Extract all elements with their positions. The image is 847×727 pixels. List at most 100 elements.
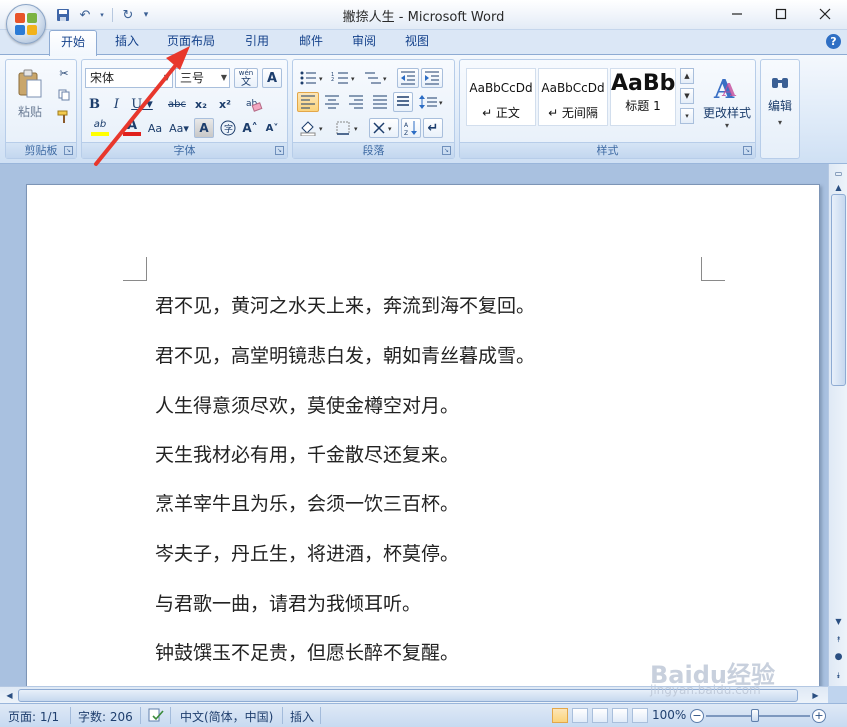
document-line[interactable]: 人生得意须尽欢，莫使金樽空对月。 — [155, 391, 459, 418]
show-hide-marks-icon[interactable]: ↵ — [423, 118, 443, 138]
maximize-button[interactable] — [759, 0, 803, 28]
tab-insert[interactable]: 插入 — [104, 30, 150, 54]
chinese-layout-icon[interactable]: ▾ — [369, 118, 399, 138]
proofing-icon[interactable] — [148, 708, 164, 725]
web-layout-view-icon[interactable] — [592, 708, 608, 723]
tab-references[interactable]: 引用 — [236, 30, 278, 54]
paragraph-launcher-icon[interactable]: ↘ — [442, 146, 451, 155]
minimize-button[interactable] — [715, 0, 759, 28]
document-line[interactable]: 君不见，黄河之水天上来，奔流到海不复回。 — [155, 291, 535, 318]
styles-scroll-up-icon[interactable]: ▲ — [680, 68, 694, 84]
align-left-button[interactable] — [297, 92, 319, 112]
grow-font-button[interactable]: Aa — [146, 118, 164, 138]
decrease-indent-icon[interactable] — [397, 68, 419, 88]
help-icon[interactable]: ? — [826, 34, 841, 49]
distributed-icon[interactable] — [393, 92, 413, 112]
change-case-button[interactable]: Aa▾ — [168, 118, 190, 138]
underline-button[interactable]: U ▾ — [129, 94, 155, 114]
vertical-scroll-thumb[interactable] — [831, 194, 846, 386]
copy-icon[interactable] — [54, 86, 74, 104]
document-line[interactable]: 烹羊宰牛且为乐，会须一饮三百杯。 — [155, 489, 459, 516]
close-button[interactable] — [803, 0, 847, 28]
bullets-icon[interactable]: ▾ — [297, 68, 327, 88]
document-area[interactable]: 君不见，黄河之水天上来，奔流到海不复回。 君不见，高堂明镜悲白发，朝如青丝暮成雪… — [0, 164, 828, 686]
line-spacing-icon[interactable]: ▾ — [417, 92, 447, 112]
previous-page-icon[interactable]: ⯭ — [831, 632, 846, 647]
phonetic-guide-button[interactable]: wén 文 — [234, 68, 258, 88]
document-line[interactable]: 岑夫子，丹丘生，将进酒，杯莫停。 — [155, 539, 459, 566]
tab-home[interactable]: 开始 — [49, 30, 97, 56]
office-button[interactable] — [6, 4, 46, 44]
scroll-left-icon[interactable]: ◀ — [2, 688, 17, 703]
tab-view[interactable]: 视图 — [396, 30, 438, 54]
document-line[interactable]: 天生我材必有用，千金散尽还复来。 — [155, 440, 459, 467]
bold-button[interactable]: B — [85, 94, 104, 114]
zoom-in-icon[interactable]: + — [812, 709, 826, 723]
highlight-color-button[interactable]: ab — [85, 118, 115, 138]
borders-icon[interactable]: ▾ — [333, 118, 365, 138]
styles-more-icon[interactable]: ▾ — [680, 108, 694, 124]
justify-button[interactable] — [369, 92, 391, 112]
tab-mailings[interactable]: 邮件 — [290, 30, 332, 54]
strikethrough-button[interactable]: abc — [166, 94, 188, 114]
scroll-down-icon[interactable]: ▼ — [831, 614, 846, 629]
font-color-button[interactable]: A — [118, 118, 146, 138]
grow-font-size-button[interactable]: A˄ — [240, 118, 260, 138]
paste-button[interactable]: 粘贴 — [10, 64, 50, 124]
zoom-out-icon[interactable]: − — [690, 709, 704, 723]
document-line[interactable]: 钟鼓馔玉不足贵，但愿长醉不复醒。 — [155, 638, 459, 665]
style-no-spacing[interactable]: AaBbCcDd ↵ 无间隔 — [538, 68, 608, 126]
subscript-button[interactable]: x₂ — [190, 94, 212, 114]
ribbon-tabs: 开始 插入 页面布局 引用 邮件 审阅 视图 — [0, 30, 847, 56]
document-line[interactable]: 君不见，高堂明镜悲白发，朝如青丝暮成雪。 — [155, 341, 535, 368]
styles-scroll-down-icon[interactable]: ▼ — [680, 88, 694, 104]
tab-page-layout[interactable]: 页面布局 — [160, 30, 222, 54]
zoom-slider-knob[interactable] — [751, 709, 759, 722]
print-layout-view-icon[interactable] — [552, 708, 568, 723]
zoom-level[interactable]: 100% — [652, 708, 686, 722]
insert-mode-indicator[interactable]: 插入 — [290, 708, 314, 725]
font-size-combo[interactable]: 三号 ▼ — [175, 68, 230, 88]
multilevel-list-icon[interactable]: ▾ — [361, 68, 391, 88]
editing-button[interactable]: 编辑 ▾ — [763, 64, 797, 138]
sort-icon[interactable]: AZ — [401, 118, 421, 138]
ruler-toggle-icon[interactable]: ▭ — [831, 166, 846, 181]
scroll-up-icon[interactable]: ▲ — [831, 180, 846, 195]
style-normal[interactable]: AaBbCcDd ↵ 正文 — [466, 68, 536, 126]
clipboard-group: 粘贴 ✂ 剪贴板 ↘ — [5, 59, 77, 159]
superscript-button[interactable]: x² — [214, 94, 236, 114]
enclose-characters-icon[interactable]: 字 — [218, 118, 238, 138]
align-center-button[interactable] — [321, 92, 343, 112]
font-launcher-icon[interactable]: ↘ — [275, 146, 284, 155]
full-screen-reading-view-icon[interactable] — [572, 708, 588, 723]
style-heading-1[interactable]: AaBb 标题 1 — [610, 68, 676, 126]
next-page-icon[interactable]: ⯯ — [831, 668, 846, 683]
font-name-combo[interactable]: 宋体 ▼ — [85, 68, 173, 88]
vertical-scrollbar[interactable]: ▭ ▲ ▼ ⯭ ● ⯯ — [828, 164, 847, 686]
clear-formatting-icon[interactable]: ab — [242, 94, 266, 114]
shading-icon[interactable]: ▾ — [297, 118, 329, 138]
chevron-down-icon: ▼ — [220, 73, 227, 82]
outline-view-icon[interactable] — [612, 708, 628, 723]
shrink-font-size-button[interactable]: A˅ — [262, 118, 282, 138]
draft-view-icon[interactable] — [632, 708, 648, 723]
document-line[interactable]: 与君歌一曲，请君为我倾耳听。 — [155, 589, 421, 616]
document-page[interactable]: 君不见，黄河之水天上来，奔流到海不复回。 君不见，高堂明镜悲白发，朝如青丝暮成雪… — [26, 184, 820, 686]
select-browse-object-icon[interactable]: ● — [831, 650, 846, 665]
format-painter-icon[interactable] — [54, 108, 74, 126]
increase-indent-icon[interactable] — [421, 68, 443, 88]
scroll-right-icon[interactable]: ▶ — [808, 688, 823, 703]
cut-icon[interactable]: ✂ — [54, 64, 74, 82]
numbering-icon[interactable]: 1 2 ▾ — [329, 68, 359, 88]
character-shading-button[interactable]: A — [194, 118, 214, 138]
align-right-button[interactable] — [345, 92, 367, 112]
styles-launcher-icon[interactable]: ↘ — [743, 146, 752, 155]
italic-button[interactable]: I — [107, 94, 126, 114]
character-border-button[interactable]: A — [262, 68, 282, 88]
page-count[interactable]: 页面: 1/1 — [8, 708, 59, 725]
tab-review[interactable]: 审阅 — [342, 30, 386, 54]
word-count[interactable]: 字数: 206 — [78, 708, 133, 725]
language-indicator[interactable]: 中文(简体，中国) — [180, 708, 273, 725]
clipboard-launcher-icon[interactable]: ↘ — [64, 146, 73, 155]
change-styles-button[interactable]: A A 更改样式 ▾ — [700, 64, 754, 138]
